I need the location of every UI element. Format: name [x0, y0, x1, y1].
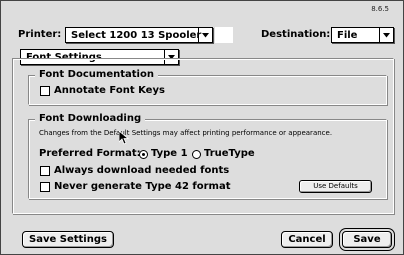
version-label: 8.6.5: [371, 5, 389, 13]
never-type42-checkbox[interactable]: Never generate Type 42 format: [40, 181, 231, 193]
printer-popup[interactable]: Select 1200 13 Spooler: [65, 27, 213, 43]
use-defaults-button[interactable]: Use Defaults: [299, 180, 372, 193]
save-button[interactable]: Save: [342, 231, 392, 248]
destination-label: Destination:: [261, 29, 331, 40]
settings-warning-note: Changes from the Default Settings may af…: [39, 129, 333, 137]
annotate-font-keys-label: Annotate Font Keys: [54, 85, 165, 96]
chevron-down-icon: [198, 28, 212, 42]
format-type1-label: Type 1: [151, 148, 188, 159]
preferred-format-label: Preferred Format:: [39, 148, 141, 159]
printer-value: Select 1200 13 Spooler: [71, 30, 202, 41]
checkbox-box: [40, 182, 50, 192]
chevron-down-icon: [379, 28, 393, 42]
annotate-font-keys-checkbox[interactable]: Annotate Font Keys: [40, 85, 165, 97]
always-download-checkbox[interactable]: Always download needed fonts: [40, 165, 229, 177]
checkbox-box: [40, 86, 50, 96]
format-type1-radio[interactable]: Type 1: [139, 148, 188, 160]
print-dialog: 8.6.5 Printer: Select 1200 13 Spooler De…: [0, 0, 404, 255]
format-truetype-radio[interactable]: TrueType: [192, 148, 255, 160]
save-settings-button[interactable]: Save Settings: [22, 231, 114, 248]
font-downloading-title: Font Downloading: [35, 113, 146, 125]
font-documentation-title: Font Documentation: [35, 69, 158, 81]
destination-popup[interactable]: File: [331, 27, 394, 43]
cancel-button[interactable]: Cancel: [281, 231, 333, 248]
printer-label: Printer:: [18, 29, 62, 40]
format-truetype-label: TrueType: [204, 148, 255, 159]
radio-indicator: [192, 149, 201, 159]
printer-field-blank: [215, 27, 233, 43]
radio-selected-indicator: [139, 149, 148, 159]
mouse-cursor-icon: [119, 131, 129, 145]
checkbox-box: [40, 166, 50, 176]
destination-value: File: [337, 30, 358, 41]
never-type42-label: Never generate Type 42 format: [54, 181, 231, 192]
always-download-label: Always download needed fonts: [54, 165, 230, 176]
